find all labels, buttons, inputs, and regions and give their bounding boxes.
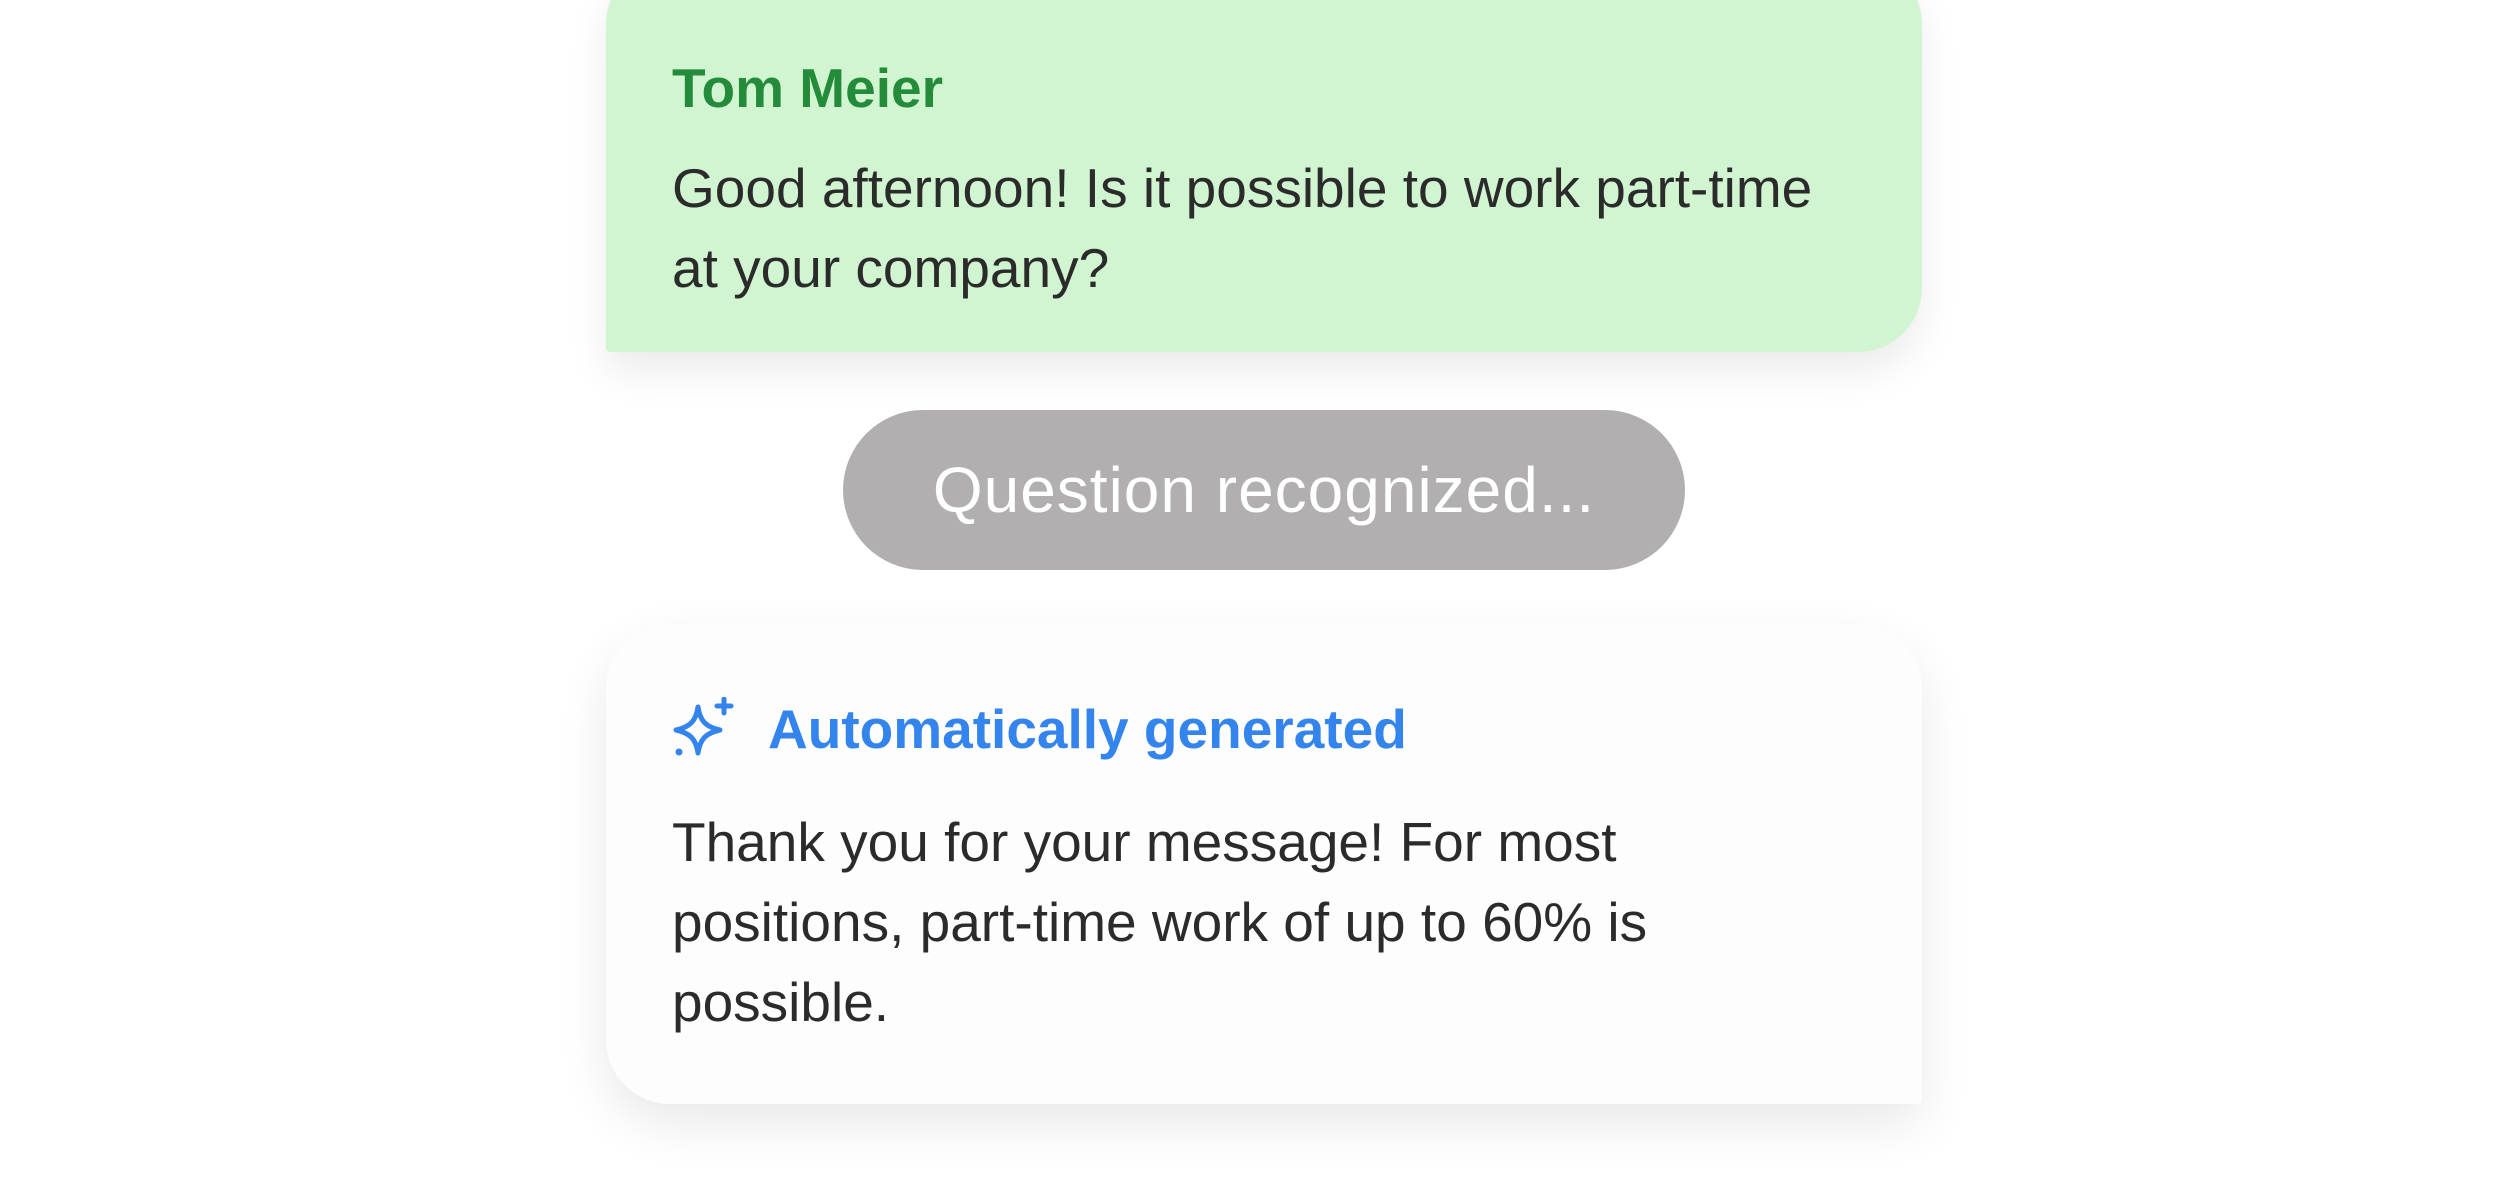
chat-canvas: Tom Meier Good afternoon! Is it possible… [0,0,2520,1204]
sender-name: Tom Meier [672,57,943,119]
auto-reply-bubble: Automatically generated Thank you for yo… [606,624,1922,1104]
status-text: Question recognized... [932,454,1596,526]
sparkle-icon [672,696,736,761]
status-pill: Question recognized... [843,410,1685,570]
auto-generated-label: Automatically generated [768,698,1407,760]
auto-reply-text: Thank you for your message! For most pos… [672,811,1648,1033]
incoming-message-bubble: Tom Meier Good afternoon! Is it possible… [606,0,1922,352]
incoming-message-text: Good afternoon! Is it possible to work p… [672,157,1813,299]
auto-reply-header: Automatically generated [672,694,1856,764]
